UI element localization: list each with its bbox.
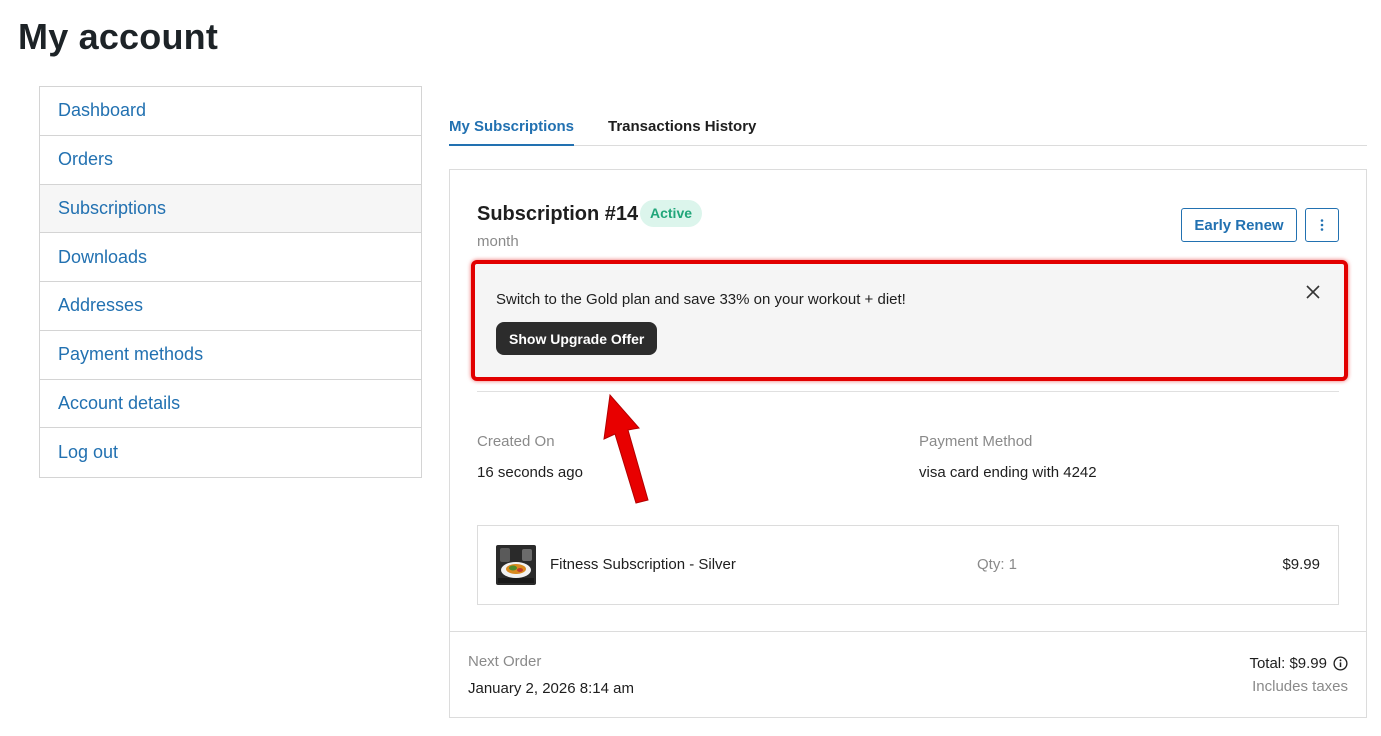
product-thumbnail bbox=[496, 545, 536, 585]
subscription-item: Fitness Subscription - Silver Qty: 1 $9.… bbox=[477, 525, 1339, 605]
sidebar-item-orders[interactable]: Orders bbox=[40, 136, 421, 185]
item-price: $9.99 bbox=[1282, 556, 1320, 573]
tab-my-subscriptions[interactable]: My Subscriptions bbox=[449, 118, 575, 146]
next-order-label: Next Order bbox=[468, 653, 542, 670]
sidebar-item-downloads[interactable]: Downloads bbox=[40, 233, 421, 282]
sidebar-item-account-details[interactable]: Account details bbox=[40, 380, 421, 429]
created-on-label: Created On bbox=[477, 433, 555, 450]
info-icon[interactable] bbox=[1333, 656, 1348, 671]
subscription-tabs: My Subscriptions Transactions History bbox=[449, 112, 1367, 146]
payment-method-label: Payment Method bbox=[919, 433, 1033, 450]
close-icon[interactable] bbox=[1304, 283, 1322, 301]
total-amount: Total: $9.99 bbox=[1249, 655, 1327, 672]
next-order-value: January 2, 2026 8:14 am bbox=[468, 680, 634, 697]
item-quantity: Qty: 1 bbox=[977, 556, 1018, 573]
subscription-card: Subscription #14 Active month Early Rene… bbox=[449, 169, 1367, 718]
subscription-title: Subscription #14 bbox=[477, 203, 639, 225]
item-name[interactable]: Fitness Subscription - Silver bbox=[550, 556, 736, 573]
includes-taxes: Includes taxes bbox=[1252, 678, 1348, 695]
upgrade-offer-text: Switch to the Gold plan and save 33% on … bbox=[496, 291, 906, 308]
total-row: Total: $9.99 bbox=[1249, 655, 1348, 672]
tab-transactions-history[interactable]: Transactions History bbox=[608, 118, 756, 135]
sidebar-item-dashboard[interactable]: Dashboard bbox=[40, 87, 421, 136]
more-options-button[interactable] bbox=[1305, 208, 1339, 242]
status-badge: Active bbox=[640, 200, 703, 227]
subscription-period: month bbox=[477, 233, 519, 250]
sidebar-item-payment-methods[interactable]: Payment methods bbox=[40, 331, 421, 380]
account-navigation: Dashboard Orders Subscriptions Downloads… bbox=[39, 86, 422, 478]
payment-method-value: visa card ending with 4242 bbox=[919, 464, 1097, 481]
upgrade-offer-notice: Switch to the Gold plan and save 33% on … bbox=[471, 260, 1348, 381]
early-renew-button[interactable]: Early Renew bbox=[1181, 208, 1297, 242]
divider bbox=[477, 391, 1339, 392]
more-vertical-icon bbox=[1320, 219, 1324, 231]
footer-divider bbox=[450, 631, 1366, 632]
sidebar-item-subscriptions[interactable]: Subscriptions bbox=[40, 184, 421, 234]
show-upgrade-offer-button[interactable]: Show Upgrade Offer bbox=[496, 322, 658, 355]
sidebar-item-addresses[interactable]: Addresses bbox=[40, 282, 421, 331]
page-title: My account bbox=[18, 16, 219, 57]
created-on-value: 16 seconds ago bbox=[477, 464, 583, 481]
sidebar-item-log-out[interactable]: Log out bbox=[40, 428, 421, 477]
